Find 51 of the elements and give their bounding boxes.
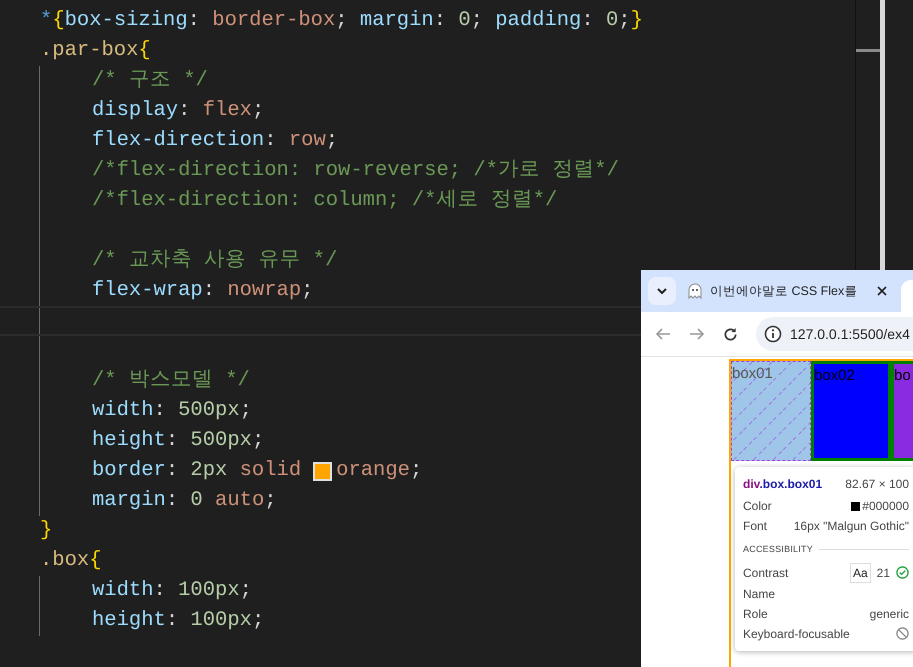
contrast-value: 21 [876, 564, 890, 582]
code-line: border: 2px solid [92, 460, 302, 482]
element-selector: div.box.box01 [743, 476, 822, 493]
scrollbar[interactable] [880, 0, 885, 270]
chevron-down-icon [656, 287, 668, 295]
close-icon[interactable] [877, 286, 888, 296]
code-line: width: 500px; [92, 400, 252, 422]
code-line: flex-wrap: nowrap; [92, 280, 314, 302]
tab-title: 이번에야말로 CSS Flex를 [710, 282, 858, 300]
contrast-sample: Aa [850, 562, 871, 582]
role-label: Role [743, 606, 768, 622]
focusable-label: Keyboard-focusable [743, 626, 850, 642]
reload-icon[interactable] [723, 326, 738, 342]
code-line: .par-box{ [40, 40, 151, 62]
code-line: margin: 0 auto; [92, 490, 277, 512]
box-label: box01 [732, 365, 773, 382]
contrast-label: Contrast [743, 564, 788, 582]
font-label: Font [743, 518, 768, 535]
role-value: generic [870, 606, 909, 622]
color-swatch-icon[interactable] [313, 462, 332, 480]
code-line: *{box-sizing: border-box; margin: 0; padding: 0;} [40, 10, 643, 32]
code-line: height: 500px; [92, 430, 264, 452]
forward-arrow-icon[interactable] [689, 327, 705, 341]
code-line: flex-direction: row; [92, 130, 338, 152]
code-line: /* 교차축 사용 유무 */ [92, 250, 338, 272]
color-value: #000000 [862, 498, 909, 515]
code-line: .box{ [40, 550, 102, 572]
section-heading: ACCESSIBILITY [743, 543, 813, 556]
url-text: 127.0.0.1:5500/ex4 [790, 324, 910, 344]
box-label: bo [894, 367, 911, 384]
ghost-icon [686, 282, 704, 300]
element-size: 82.67 × 100 [845, 476, 909, 493]
address-bar[interactable]: 127.0.0.1:5500/ex4 [756, 317, 913, 351]
name-label: Name [743, 586, 776, 602]
code-line: /*flex-direction: column; /*세로 정렬*/ [92, 190, 558, 212]
code-line: /* 구조 */ [92, 70, 208, 92]
code-line: } [40, 520, 52, 542]
code-line: height: 100px; [92, 610, 264, 632]
code-line: /*flex-direction: row-reverse; /*가로 정렬*/ [92, 160, 619, 182]
code-line: /* 박스모델 */ [92, 370, 250, 392]
back-arrow-icon[interactable] [655, 327, 671, 341]
browser-tab[interactable]: 이번에야말로 CSS Flex를 [684, 276, 888, 306]
box-label: box02 [814, 367, 855, 384]
info-icon[interactable] [764, 325, 782, 343]
code-line: width: 100px; [92, 580, 252, 602]
font-value: 16px "Malgun Gothic" [794, 518, 909, 535]
color-swatch-icon [851, 502, 860, 510]
color-label: Color [743, 498, 772, 515]
tab-list-button[interactable] [648, 277, 676, 305]
code-line: display: flex; [92, 100, 264, 122]
code-line: orange; [336, 460, 422, 482]
